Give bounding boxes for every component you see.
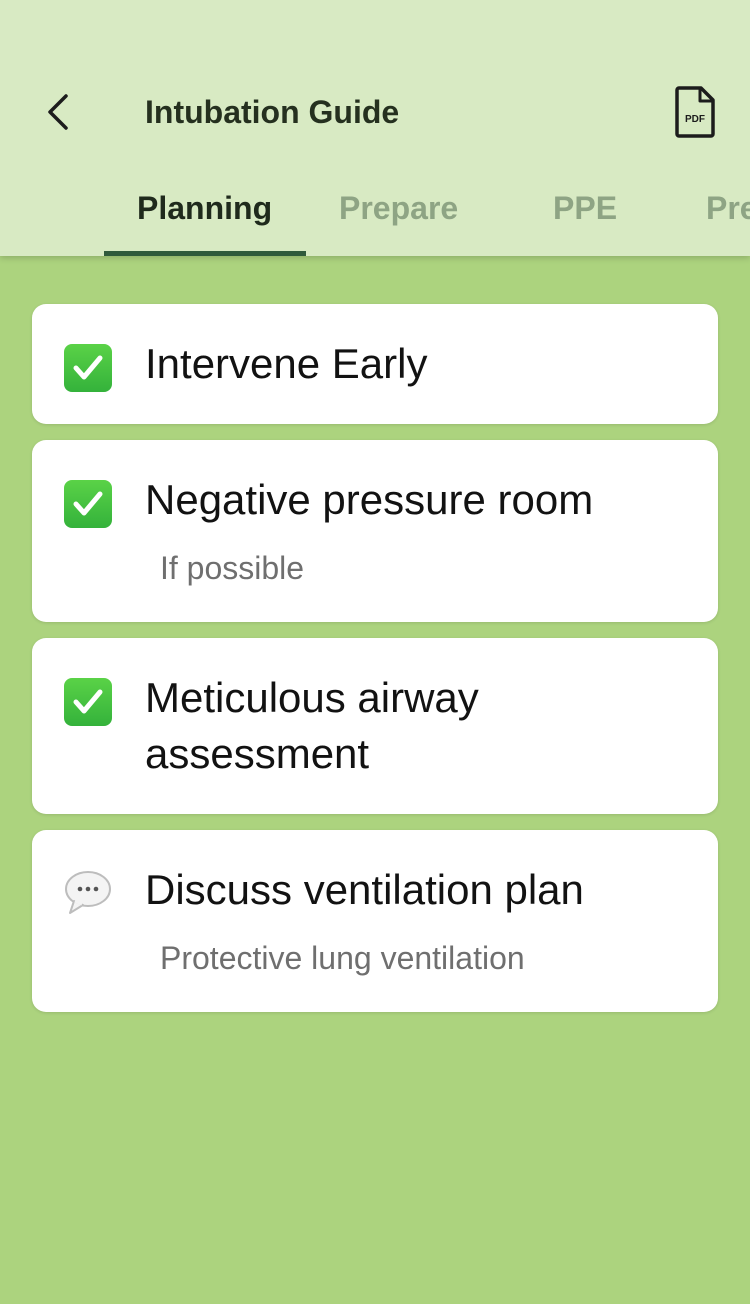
active-tab-indicator — [104, 251, 306, 256]
check-mark-icon — [64, 480, 112, 528]
pdf-file-icon: PDF — [675, 86, 715, 138]
back-button[interactable] — [30, 82, 86, 142]
item-title: Intervene Early — [145, 340, 428, 387]
checklist-item[interactable]: Discuss ventilation plan Protective lung… — [32, 830, 718, 1012]
item-title: Negative pressure room — [145, 476, 594, 523]
pdf-button[interactable]: PDF — [668, 82, 722, 142]
speech-bubble-icon — [64, 868, 112, 916]
item-title: Discuss ventilation plan — [145, 866, 584, 913]
chevron-left-icon — [48, 94, 68, 130]
tab-prepare[interactable]: Prepare — [339, 188, 458, 228]
checklist-item[interactable]: Meticulous airway assessment — [32, 638, 718, 814]
checklist-item[interactable]: Negative pressure room If possible — [32, 440, 718, 622]
tab-pre[interactable]: Pre — [706, 188, 750, 228]
page-title: Intubation Guide — [145, 94, 400, 130]
tab-ppe[interactable]: PPE — [553, 188, 617, 228]
check-mark-icon — [64, 678, 112, 726]
tab-bar: Planning Prepare PPE Pre — [0, 176, 750, 256]
pdf-icon-label: PDF — [685, 114, 705, 125]
item-title: Meticulous airway assessment — [145, 674, 479, 777]
tab-planning[interactable]: Planning — [137, 188, 272, 228]
item-subtitle: If possible — [160, 550, 305, 586]
checklist-item[interactable]: Intervene Early — [32, 304, 718, 424]
item-subtitle: Protective lung ventilation — [160, 940, 525, 976]
check-mark-icon — [64, 344, 112, 392]
app-header: Intubation Guide PDF Planning Prepare PP… — [0, 0, 750, 256]
